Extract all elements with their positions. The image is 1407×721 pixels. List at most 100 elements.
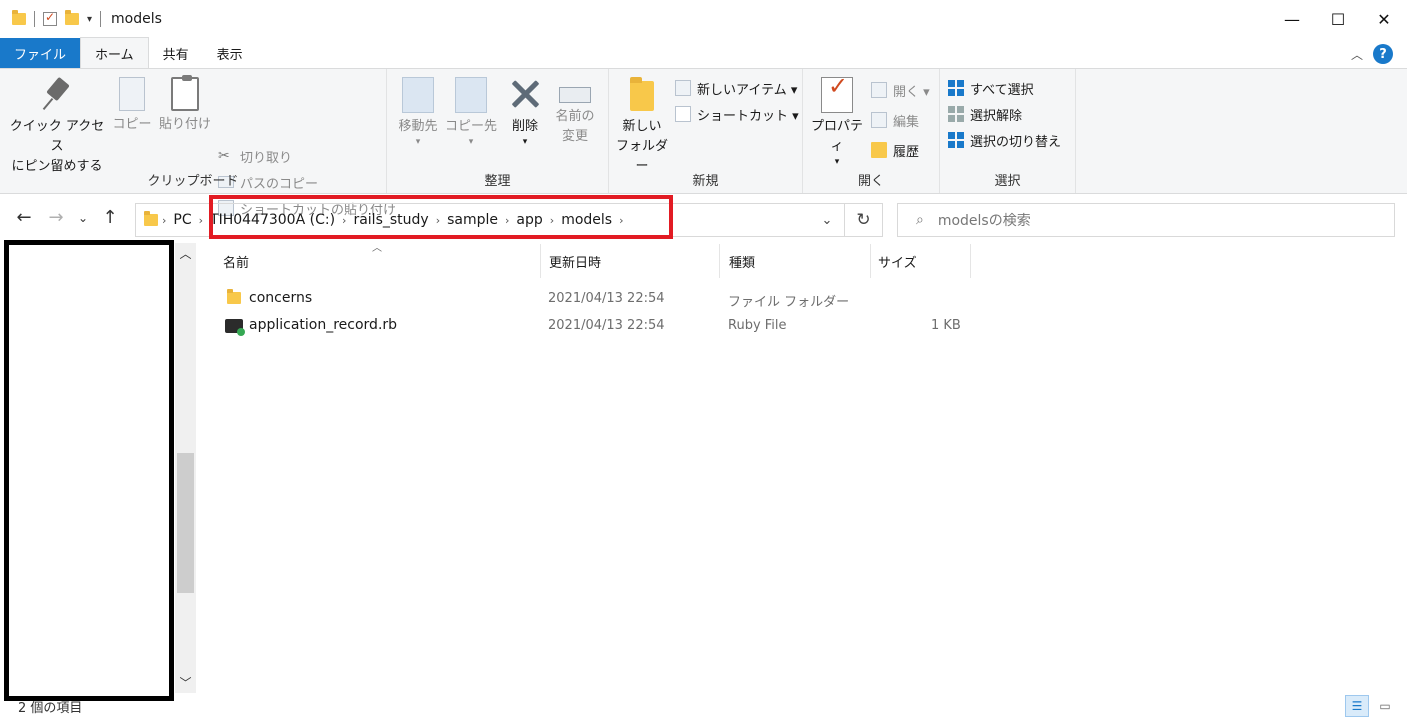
open-group-label: 開く [857, 174, 884, 189]
new-group-label: 新規 [692, 174, 719, 189]
pin-icon [41, 77, 73, 113]
window-title: models [111, 11, 162, 27]
paste-icon [171, 75, 199, 111]
invert-selection-label: 選択の切り替え [970, 134, 1062, 150]
properties-dropdown-icon: ▾ [834, 157, 840, 167]
customize-quick-access-icon[interactable]: ▾ [87, 14, 92, 25]
tab-home[interactable]: ホーム [80, 37, 149, 68]
column-header-size[interactable]: サイズ [866, 244, 971, 278]
breadcrumb-drive[interactable]: TIH0447300A (C:) [203, 212, 342, 228]
scroll-down-icon[interactable]: ﹀ [175, 674, 196, 691]
file-size: 1 KB [931, 318, 961, 333]
new-item-icon [675, 80, 691, 96]
history-button[interactable]: 履歴 [871, 139, 919, 161]
copy-icon [119, 77, 145, 111]
file-modified: 2021/04/13 22:54 [548, 291, 665, 306]
shortcut-icon [675, 106, 691, 122]
new-item-button[interactable]: 新しいアイテム ▾ [675, 77, 797, 99]
back-arrow-icon[interactable]: ← [12, 207, 36, 228]
close-button[interactable]: ✕ [1361, 0, 1407, 38]
move-to-button[interactable]: 移動先 ▾ [391, 77, 445, 147]
column-header-name[interactable]: 名前 [211, 244, 541, 278]
new-folder-button[interactable]: 新しい フォルダー [611, 77, 673, 177]
delete-button[interactable]: 削除 ▾ [501, 77, 549, 147]
breadcrumb-app[interactable]: app [509, 212, 549, 228]
paste-label: 貼り付け [158, 117, 211, 132]
breadcrumb: › PC › TIH0447300A (C:) › rails_study › … [162, 212, 623, 228]
delete-icon [509, 77, 541, 113]
select-none-button[interactable]: 選択解除 [948, 103, 1022, 125]
refresh-icon[interactable]: ↻ [845, 203, 883, 237]
chevron-right-icon[interactable]: › [619, 214, 623, 227]
file-name: application_record.rb [249, 317, 398, 333]
column-header-type[interactable]: 種類 [717, 244, 871, 278]
ruby-file-icon [225, 319, 245, 336]
recent-locations-icon[interactable]: ⌄ [76, 211, 90, 225]
properties-big-icon [821, 76, 853, 113]
search-icon: ⌕ [916, 212, 924, 228]
search-placeholder: modelsの検索 [937, 213, 1031, 229]
details-view-icon[interactable]: ☰ [1345, 695, 1369, 717]
ribbon-tabs: ファイル ホーム 共有 表示 ︿ ? [0, 37, 1407, 68]
pin-to-quick-access-button[interactable]: クイック アクセス にピン留めする [6, 77, 108, 177]
move-to-icon [402, 77, 434, 113]
file-row-concerns[interactable]: concerns 2021/04/13 22:54 ファイル フォルダー [215, 286, 975, 312]
rename-button[interactable]: 名前の 変更 [549, 77, 601, 147]
maximize-button[interactable]: ☐ [1315, 0, 1361, 38]
new-group: 新しい フォルダー 新しいアイテム ▾ ショートカット ▾ 新規 [609, 69, 803, 193]
rename-label-line1: 名前の [555, 109, 595, 124]
invert-selection-button[interactable]: 選択の切り替え [948, 129, 1061, 151]
select-none-label: 選択解除 [970, 108, 1023, 124]
easy-access-button[interactable]: ショートカット ▾ [675, 103, 799, 125]
collapse-ribbon-icon[interactable]: ︿ [1351, 46, 1363, 63]
new-item-label: 新しいアイテム ▾ [697, 82, 798, 98]
edit-icon [871, 112, 887, 128]
properties-label: プロパティ [810, 119, 863, 154]
paste-button[interactable]: 貼り付け [156, 75, 214, 135]
navigation-pane[interactable] [4, 240, 174, 701]
help-icon[interactable]: ? [1373, 44, 1393, 64]
address-bar[interactable]: › PC › TIH0447300A (C:) › rails_study › … [135, 203, 845, 237]
scrollbar-thumb[interactable] [177, 453, 194, 593]
copy-button[interactable]: コピー [110, 77, 154, 135]
address-history-dropdown-icon[interactable]: ⌄ [813, 203, 841, 237]
edit-button[interactable]: 編集 [871, 109, 919, 131]
file-name: concerns [249, 290, 313, 306]
tab-view[interactable]: 表示 [203, 38, 257, 68]
cut-button[interactable]: ✂ 切り取り [218, 145, 292, 167]
select-all-button[interactable]: すべて選択 [948, 77, 1034, 99]
history-label: 履歴 [893, 144, 920, 160]
file-row-application-record[interactable]: application_record.rb 2021/04/13 22:54 R… [215, 313, 975, 339]
edit-label: 編集 [893, 114, 920, 130]
breadcrumb-models[interactable]: models [554, 212, 619, 228]
file-modified: 2021/04/13 22:54 [548, 318, 665, 333]
tab-share[interactable]: 共有 [149, 38, 203, 68]
new-folder-icon[interactable] [65, 10, 79, 25]
minimize-button[interactable]: — [1269, 0, 1315, 38]
file-type: Ruby File [728, 318, 787, 333]
forward-arrow-icon[interactable]: → [44, 207, 68, 228]
open-button[interactable]: 開く ▾ [871, 79, 930, 101]
properties-button[interactable]: プロパティ ▾ [807, 76, 867, 167]
column-header-modified[interactable]: 更新日時 [537, 244, 720, 278]
scroll-up-icon[interactable]: ︿ [175, 245, 196, 262]
navigation-pane-scrollbar[interactable]: ︿ ﹀ [175, 243, 196, 693]
breadcrumb-rails-study[interactable]: rails_study [346, 212, 435, 228]
window-controls: — ☐ ✕ [1269, 0, 1407, 38]
copy-to-button[interactable]: コピー先 ▾ [445, 77, 497, 147]
clipboard-group-label: クリップボード [147, 174, 239, 189]
search-box[interactable]: ⌕ modelsの検索 [897, 203, 1395, 237]
properties-icon[interactable] [43, 10, 57, 26]
breadcrumb-pc[interactable]: PC [166, 212, 198, 228]
divider [100, 11, 102, 27]
copy-to-label: コピー先 [445, 119, 498, 134]
breadcrumb-sample[interactable]: sample [440, 212, 505, 228]
tab-file[interactable]: ファイル [0, 38, 81, 68]
new-folder-icon [626, 77, 658, 113]
up-arrow-icon[interactable]: ↑ [98, 207, 122, 228]
copy-label: コピー [112, 117, 152, 132]
folder-icon [12, 10, 26, 25]
select-all-icon [948, 80, 964, 96]
new-folder-label-line1: 新しい [622, 119, 662, 134]
large-icons-view-icon[interactable]: ▭ [1373, 695, 1397, 717]
